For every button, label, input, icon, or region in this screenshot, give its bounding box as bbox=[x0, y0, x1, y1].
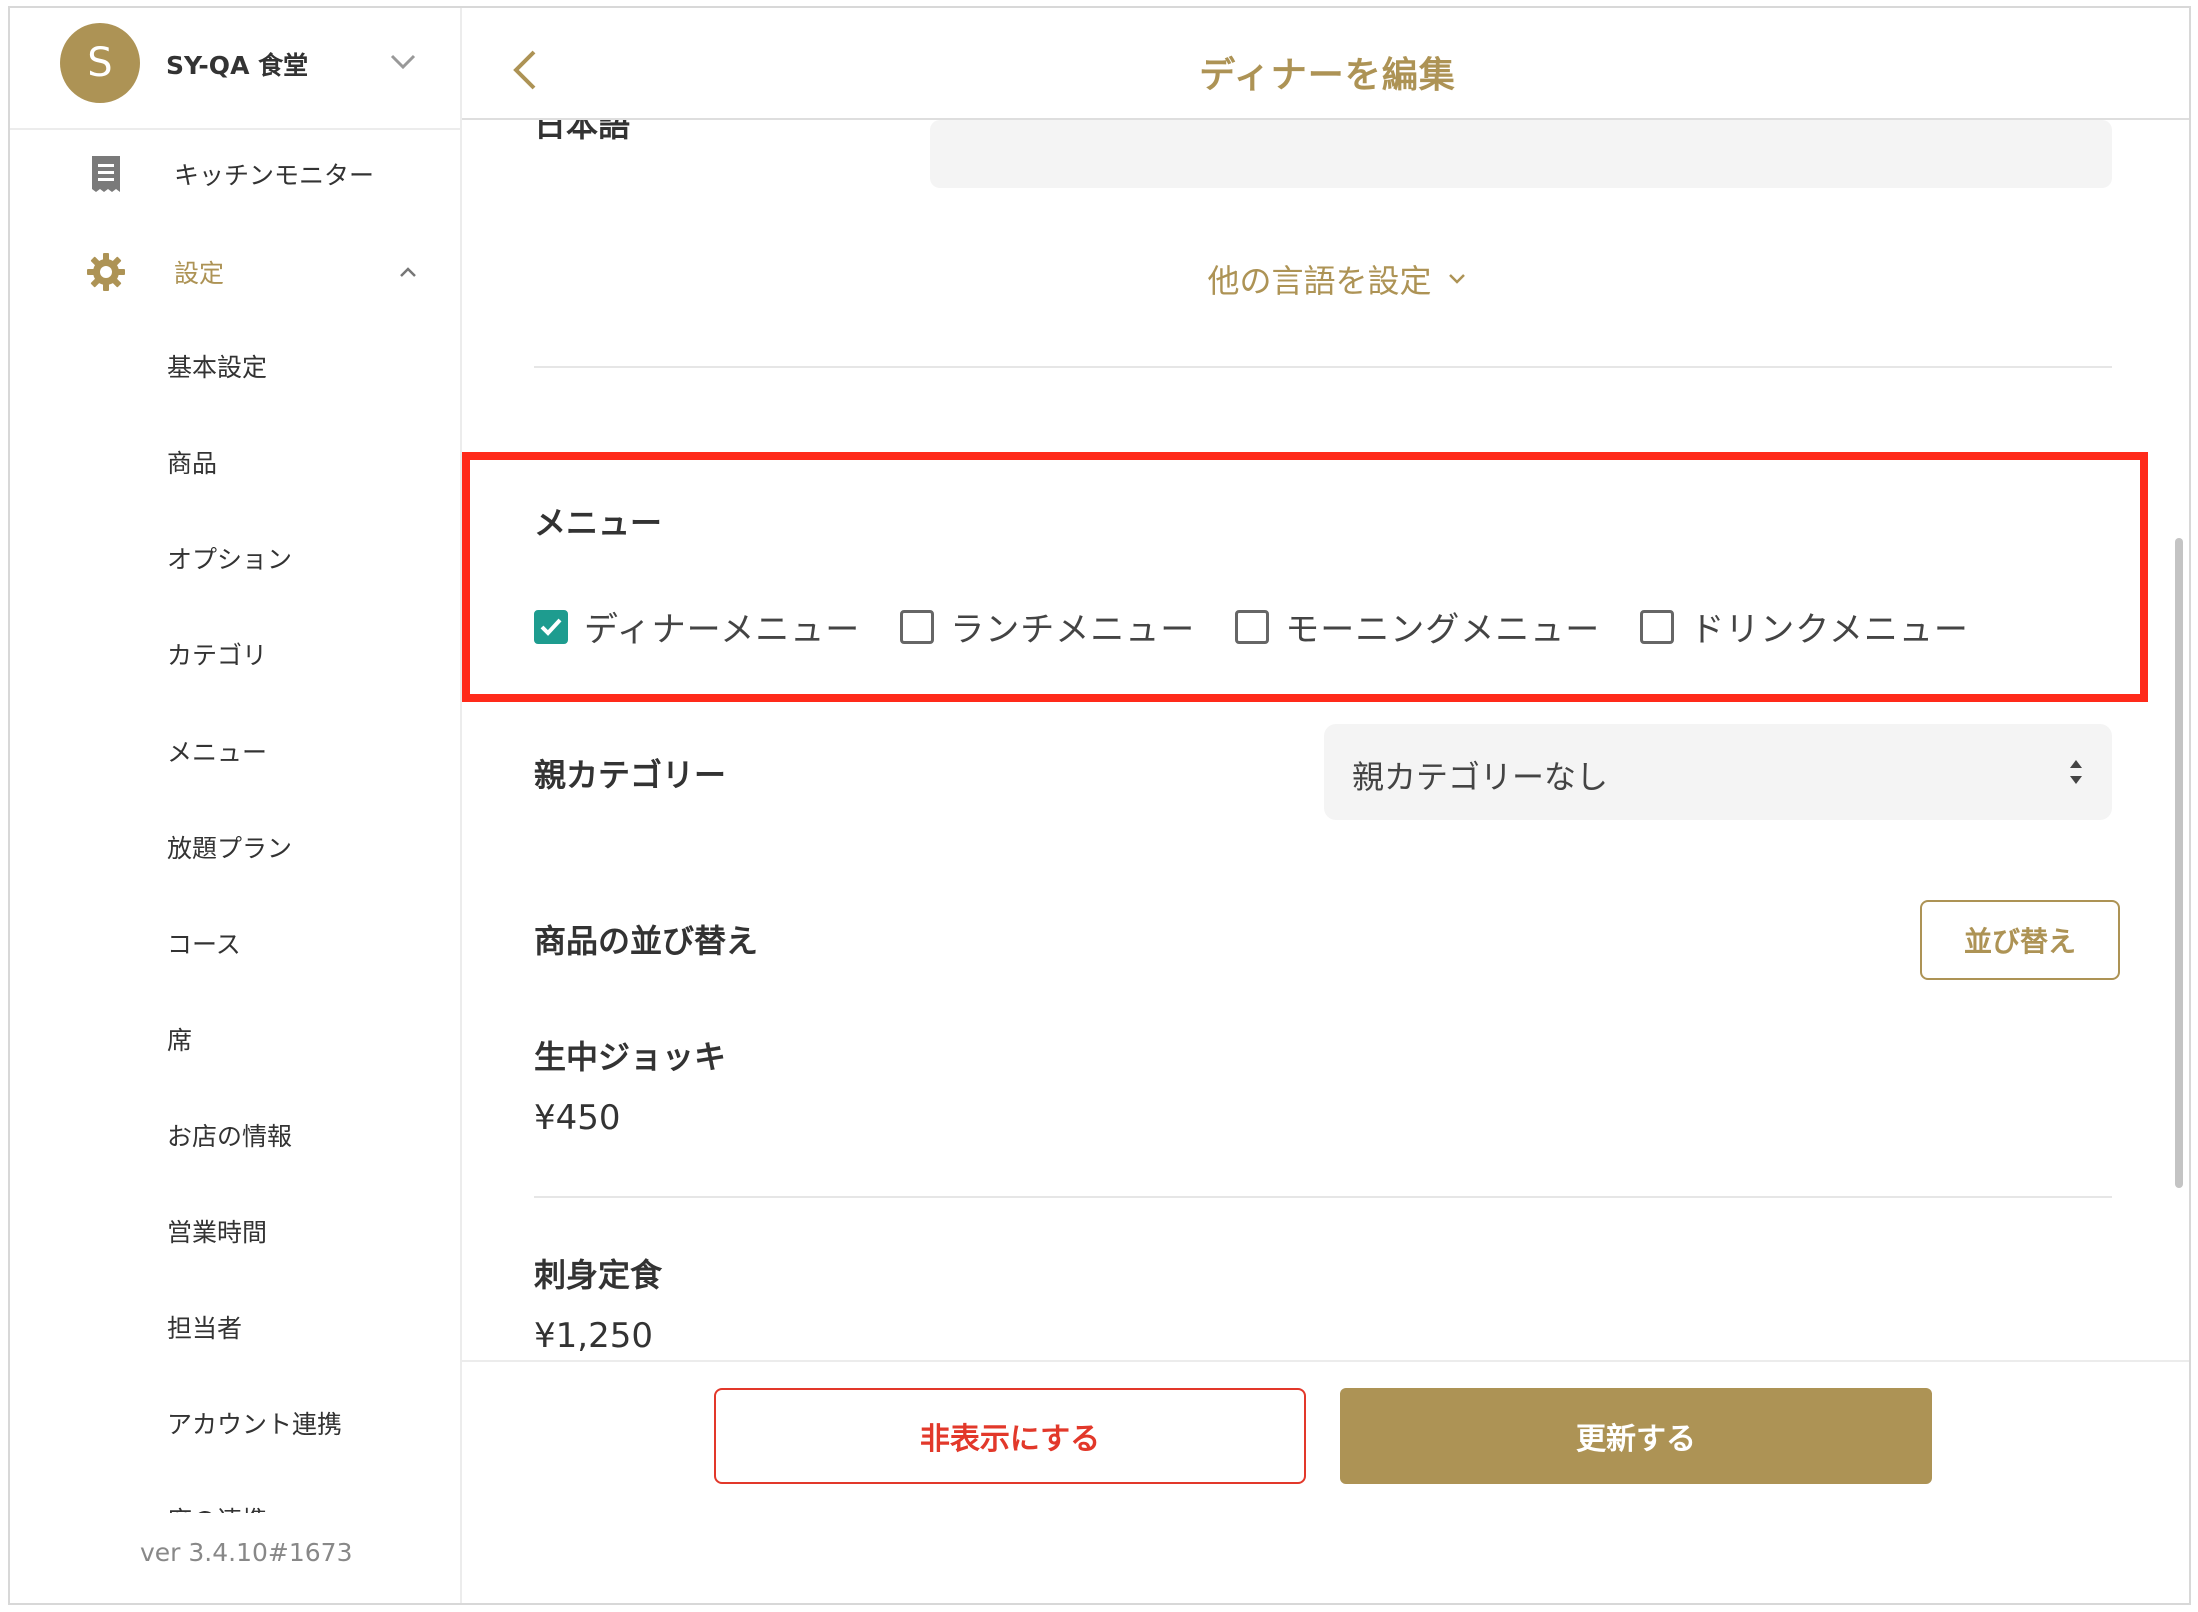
scrollbar[interactable] bbox=[2175, 538, 2183, 1188]
form-scroll-area[interactable]: 日本語 他の言語を設定 メニュー ディナーメニュー ランチメニュー モーニングメ… bbox=[462, 120, 2189, 1360]
menu-checkbox-group: ディナーメニュー ランチメニュー モーニングメニュー ドリンクメニュー bbox=[534, 602, 2009, 651]
checkbox-checked[interactable] bbox=[534, 609, 568, 644]
update-button[interactable]: 更新する bbox=[1340, 1388, 1932, 1484]
other-languages-toggle[interactable]: 他の言語を設定 bbox=[462, 256, 2189, 302]
language-label: 日本語 bbox=[534, 120, 631, 144]
sidebar-item-label: キッチンモニター bbox=[174, 161, 375, 190]
parent-category-label: 親カテゴリー bbox=[534, 756, 727, 794]
gear-icon bbox=[86, 252, 126, 292]
receipt-icon bbox=[86, 154, 126, 194]
other-languages-label: 他の言語を設定 bbox=[1207, 262, 1432, 300]
divider bbox=[534, 1196, 2112, 1198]
highlight-annotation bbox=[462, 452, 2148, 702]
sidebar-subitem[interactable]: 商品 bbox=[167, 444, 217, 480]
app-window: S SY-QA 食堂 キッチンモニター 設定 基本設定 商品 オプション カテゴ… bbox=[8, 6, 2191, 1605]
menu-checkbox-morning[interactable]: モーニングメニュー bbox=[1235, 602, 1600, 651]
sidebar-subitem[interactable]: オプション bbox=[167, 540, 292, 576]
select-value: 親カテゴリーなし bbox=[1352, 758, 1609, 796]
menu-section-title: メニュー bbox=[534, 504, 663, 542]
sidebar-subitem[interactable]: アカウント連携 bbox=[167, 1405, 342, 1441]
chevron-up-icon bbox=[400, 267, 416, 277]
checkbox-label: モーニングメニュー bbox=[1285, 610, 1601, 650]
product-price: ¥1,250 bbox=[534, 1316, 653, 1356]
checkbox-label: ランチメニュー bbox=[950, 610, 1196, 650]
checkmark-icon bbox=[540, 618, 562, 636]
checkbox[interactable] bbox=[1640, 609, 1675, 644]
chevron-down-icon bbox=[1448, 274, 1465, 284]
sidebar-item-label: 設定 bbox=[174, 259, 225, 288]
sidebar-item-settings[interactable]: 設定 bbox=[10, 242, 462, 302]
hide-button[interactable]: 非表示にする bbox=[714, 1388, 1306, 1484]
checkbox[interactable] bbox=[900, 609, 935, 644]
footer-actions: 非表示にする 更新する bbox=[462, 1360, 2189, 1603]
product-name: 刺身定食 bbox=[534, 1256, 663, 1294]
divider bbox=[534, 366, 2112, 368]
name-input-japanese[interactable] bbox=[930, 120, 2112, 188]
store-avatar: S bbox=[60, 23, 140, 103]
menu-checkbox-drink[interactable]: ドリンクメニュー bbox=[1640, 602, 1969, 651]
version-label: ver 3.4.10#1673 bbox=[140, 1538, 353, 1567]
sidebar-subitem[interactable]: お店の情報 bbox=[167, 1117, 292, 1153]
checkbox[interactable] bbox=[1235, 609, 1270, 644]
chevron-down-icon[interactable] bbox=[388, 46, 418, 76]
sort-button[interactable]: 並び替え bbox=[1920, 900, 2120, 980]
sidebar-subitem[interactable]: 営業時間 bbox=[167, 1213, 267, 1249]
main-panel: ディナーを編集 日本語 他の言語を設定 メニュー ディナーメニュー ランチメニュ… bbox=[462, 8, 2189, 1603]
store-name: SY-QA 食堂 bbox=[166, 51, 309, 80]
select-arrows-icon bbox=[2070, 760, 2082, 784]
sidebar-subitem[interactable]: 席の連携 bbox=[167, 1501, 267, 1513]
sidebar-subitem[interactable]: 席 bbox=[167, 1021, 192, 1057]
sidebar-subitem[interactable]: 放題プラン bbox=[167, 829, 292, 865]
parent-category-select[interactable]: 親カテゴリーなし bbox=[1324, 724, 2112, 820]
menu-checkbox-lunch[interactable]: ランチメニュー bbox=[900, 602, 1195, 651]
sort-label: 商品の並び替え bbox=[534, 922, 759, 960]
sidebar-subitem[interactable]: 担当者 bbox=[167, 1309, 242, 1345]
menu-checkbox-dinner[interactable]: ディナーメニュー bbox=[534, 602, 860, 651]
sidebar-subitem[interactable]: コース bbox=[167, 925, 241, 961]
sidebar-subitem[interactable]: 基本設定 bbox=[167, 348, 267, 384]
checkbox-label: ドリンクメニュー bbox=[1690, 610, 1969, 650]
store-switcher[interactable]: S SY-QA 食堂 bbox=[10, 8, 462, 130]
sidebar-item-kitchen-monitor[interactable]: キッチンモニター bbox=[10, 144, 462, 204]
product-name: 生中ジョッキ bbox=[534, 1038, 727, 1076]
sidebar: S SY-QA 食堂 キッチンモニター 設定 基本設定 商品 オプション カテゴ… bbox=[10, 8, 462, 1603]
checkbox-label: ディナーメニュー bbox=[584, 610, 861, 650]
sidebar-subitem[interactable]: カテゴリ bbox=[167, 636, 267, 672]
sidebar-subitem[interactable]: メニュー bbox=[167, 733, 267, 769]
page-title: ディナーを編集 bbox=[1199, 55, 1456, 96]
header-bar: ディナーを編集 bbox=[462, 8, 2189, 120]
product-price: ¥450 bbox=[534, 1098, 621, 1138]
